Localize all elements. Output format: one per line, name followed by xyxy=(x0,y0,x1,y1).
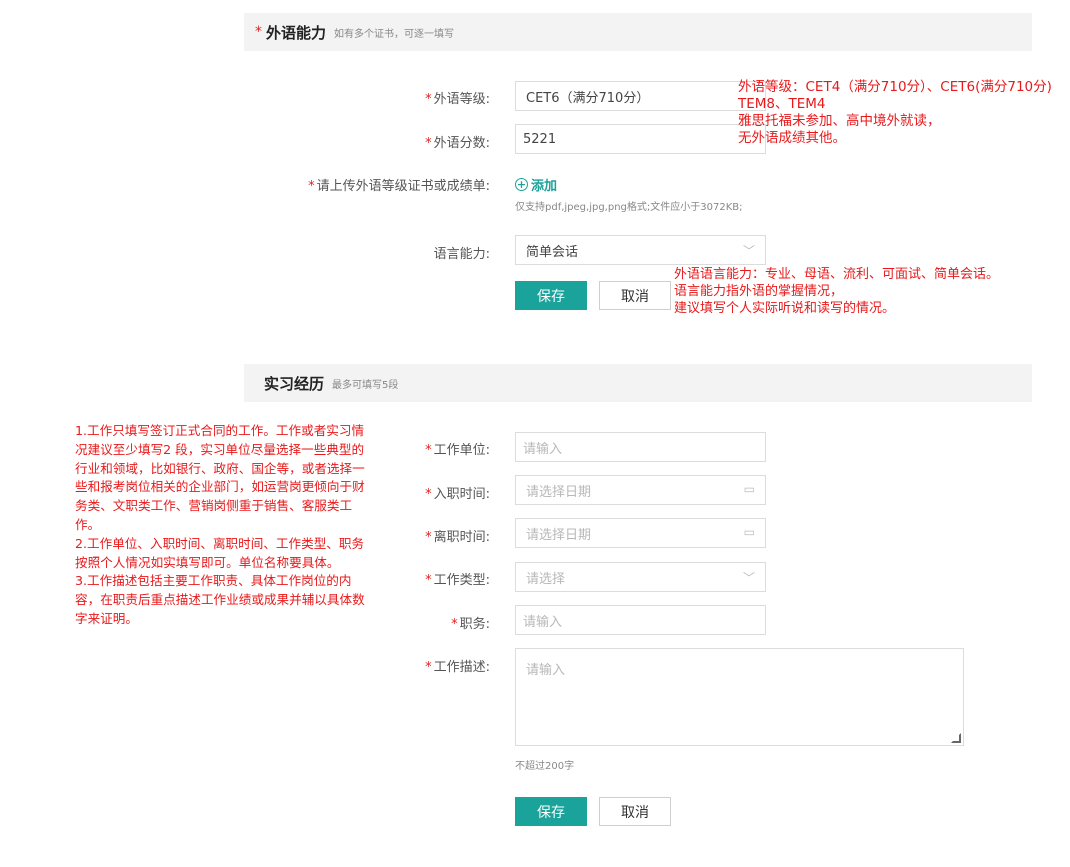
language-level-note: 外语等级：CET4（满分710分）、CET6(满分710分) TEM8、TEM4… xyxy=(738,79,1052,147)
language-ability-value: 简单会话 xyxy=(526,244,579,260)
note-line: 3.工作描述包括主要工作职责、具体工作岗位的内 xyxy=(75,573,352,589)
note-line: 容，在职责后重点描述工作业绩或成果并辅以具体数 xyxy=(75,592,365,608)
job-type-select[interactable]: 请选择 ﹀ xyxy=(515,562,766,592)
language-ability-note: 外语语言能力：专业、母语、流利、可面试、简单会话。 语言能力指外语的掌握情况， … xyxy=(674,266,999,317)
calendar-icon: ▭ xyxy=(743,525,755,539)
note-line: 行业和领域，比如银行、政府、国企等，或者选择一 xyxy=(75,460,365,476)
note-line: TEM8、TEM4 xyxy=(738,96,826,112)
end-date-placeholder: 请选择日期 xyxy=(526,527,592,543)
internship-note: 1.工作只填写签订正式合同的工作。工作或者实习情 况建议至少填写2 段，实习单位… xyxy=(75,422,415,629)
employer-placeholder: 请输入 xyxy=(523,441,563,457)
section-hint: 最多可填写5段 xyxy=(332,379,399,391)
language-score-input[interactable]: 5221 xyxy=(515,124,766,154)
employer-label: * 工作单位: xyxy=(425,443,490,458)
start-date-placeholder: 请选择日期 xyxy=(526,484,592,500)
note-line: 外语等级：CET4（满分710分）、CET6(满分710分) xyxy=(738,79,1052,95)
note-line: 作。 xyxy=(75,516,101,532)
add-attachment-button[interactable]: + 添加 xyxy=(515,175,557,194)
note-line: 务类、文职类工作、营销岗侧重于销售、客服类工 xyxy=(75,498,353,514)
resize-handle-icon[interactable] xyxy=(951,733,961,743)
note-line: 外语语言能力：专业、母语、流利、可面试、简单会话。 xyxy=(674,267,1000,282)
section-hint: 如有多个证书，可逐一填写 xyxy=(334,28,455,40)
chevron-down-icon: ﹀ xyxy=(742,571,755,585)
note-line: 雅思托福未参加、高中境外就读， xyxy=(738,113,941,129)
end-date-picker[interactable]: 请选择日期 ▭ xyxy=(515,518,766,548)
note-line: 1.工作只填写签订正式合同的工作。工作或者实习情 xyxy=(75,423,365,438)
position-label: * 职务: xyxy=(451,617,490,632)
job-description-placeholder: 请输入 xyxy=(526,663,566,678)
required-mark: * xyxy=(255,24,262,40)
language-level-field[interactable]: CET6（满分710分） xyxy=(515,81,766,111)
add-label: 添加 xyxy=(531,179,558,194)
position-input[interactable]: 请输入 xyxy=(515,605,766,635)
upload-certificate-label: * 请上传外语等级证书或成绩单: xyxy=(308,179,490,194)
foreign-language-header: * 外语能力 如有多个证书，可逐一填写 xyxy=(244,13,1032,51)
language-level-label: * 外语等级: xyxy=(425,92,490,107)
employer-input[interactable]: 请输入 xyxy=(515,432,766,462)
section-title: 实习经历 xyxy=(264,374,325,393)
note-line: 语言能力指外语的掌握情况， xyxy=(674,284,844,299)
note-line: 2.工作单位、入职时间、离职时间、工作类型、职务 xyxy=(75,535,365,551)
language-score-label: * 外语分数: xyxy=(425,136,490,151)
job-type-placeholder: 请选择 xyxy=(526,571,566,587)
note-line: 况建议至少填写2 段，实习单位尽量选择一些典型的 xyxy=(75,441,365,457)
description-limit-hint: 不超过200字 xyxy=(515,761,575,772)
section-title: 外语能力 xyxy=(266,23,327,42)
end-date-label: * 离职时间: xyxy=(425,530,490,545)
start-date-picker[interactable]: 请选择日期 ▭ xyxy=(515,475,766,505)
note-line: 些和报考岗位相关的企业部门，如运营岗更倾向于财 xyxy=(75,479,365,495)
note-line: 建议填写个人实际听说和读写的情况。 xyxy=(674,301,896,316)
cancel-button[interactable]: 取消 xyxy=(599,281,671,310)
internship-header: 实习经历 最多可填写5段 xyxy=(244,364,1032,402)
cancel-button[interactable]: 取消 xyxy=(599,797,671,826)
save-button[interactable]: 保存 xyxy=(515,281,587,310)
note-line: 无外语成绩其他。 xyxy=(738,130,846,146)
save-button[interactable]: 保存 xyxy=(515,797,587,826)
language-ability-select[interactable]: 简单会话 ﹀ xyxy=(515,235,766,265)
job-type-label: * 工作类型: xyxy=(425,573,490,588)
job-description-textarea[interactable]: 请输入 xyxy=(515,648,964,746)
note-line: 按照个人情况如实填写即可。单位名称要具体。 xyxy=(75,554,340,570)
job-description-label: * 工作描述: xyxy=(425,660,490,675)
plus-circle-icon: + xyxy=(515,178,528,191)
position-placeholder: 请输入 xyxy=(523,614,563,630)
start-date-label: * 入职时间: xyxy=(425,487,490,502)
chevron-down-icon: ﹀ xyxy=(742,244,755,258)
note-line: 字来证明。 xyxy=(75,610,138,626)
language-score-value: 5221 xyxy=(523,131,557,147)
language-level-value: CET6（满分710分） xyxy=(526,90,650,106)
language-ability-label: 语言能力: xyxy=(433,247,490,262)
calendar-icon: ▭ xyxy=(743,482,755,496)
upload-hint: 仅支持pdf,jpeg,jpg,png格式;文件应小于3072KB; xyxy=(515,202,743,213)
